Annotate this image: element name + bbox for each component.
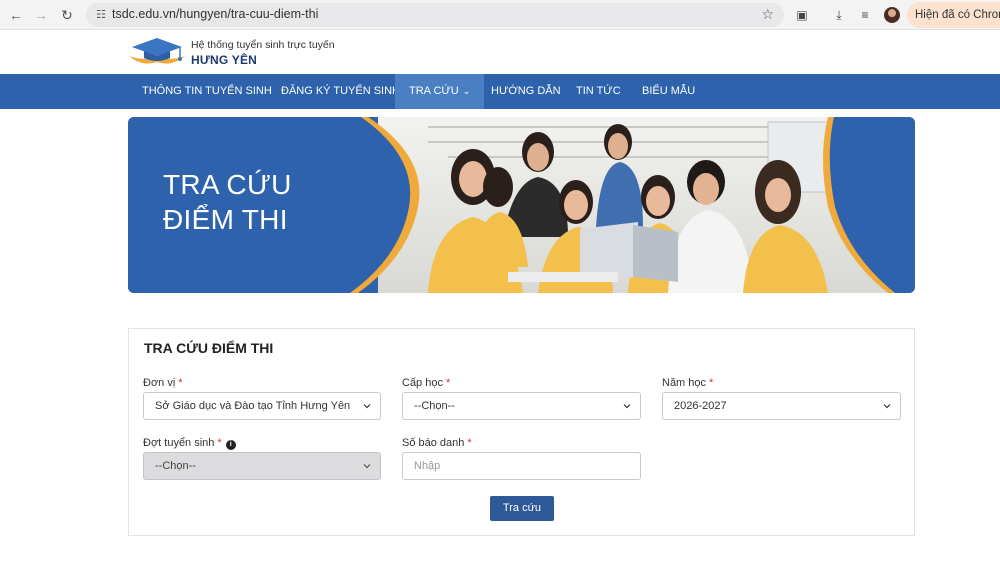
download-icon[interactable]: ⤓ <box>830 6 848 24</box>
required-mark: * <box>217 437 222 449</box>
chevron-down-icon <box>883 404 891 409</box>
chevron-down-icon <box>363 404 371 409</box>
round-label-text: Đợt tuyển sinh <box>143 437 215 449</box>
level-label-text: Cấp học <box>402 377 443 389</box>
site-name[interactable]: HƯNG YÊN <box>191 53 257 67</box>
lookup-submit-button[interactable]: Tra cứu <box>490 496 554 521</box>
year-label: Năm học * <box>662 377 713 389</box>
chevron-down-icon <box>623 404 631 409</box>
unit-label-text: Đơn vị <box>143 377 176 389</box>
candidate-number-label-text: Số báo danh <box>402 437 465 449</box>
lens-search-icon[interactable]: ▣ <box>793 6 811 24</box>
candidate-number-input[interactable]: Nhập <box>402 452 641 480</box>
form-title: TRA CỨU ĐIỂM THI <box>144 340 274 356</box>
main-nav: THÔNG TIN TUYỂN SINH ĐĂNG KÝ TUYỂN SINH … <box>0 74 1000 109</box>
site-settings-icon[interactable]: ☷ <box>94 8 108 22</box>
address-bar[interactable]: ☷ tsdc.edu.vn/hungyen/tra-cuu-diem-thi ☆ <box>86 3 784 27</box>
hero-banner: TRA CỨU ĐIỂM THI <box>128 117 915 293</box>
chevron-down-icon <box>363 464 371 469</box>
required-mark: * <box>445 377 451 389</box>
unit-select[interactable]: Sở Giáo dục và Đào tạo Tỉnh Hưng Yên <box>143 392 381 420</box>
bookmark-star-icon[interactable]: ☆ <box>761 6 774 23</box>
back-arrow-icon[interactable]: ← <box>7 6 25 24</box>
chevron-down-icon: ⌄ <box>462 86 471 96</box>
unit-label: Đơn vị * <box>143 377 183 389</box>
forward-arrow-icon[interactable]: → <box>32 6 50 24</box>
required-mark: * <box>178 377 183 389</box>
nav-item-lookup-label: TRA CỨU <box>409 85 459 97</box>
candidate-number-label: Số báo danh * <box>402 437 472 449</box>
nav-item-forms[interactable]: BIỂU MẪU <box>628 74 709 109</box>
info-icon[interactable]: i <box>225 440 236 450</box>
year-select-value: 2026-2027 <box>674 400 727 412</box>
nav-item-news[interactable]: TIN TỨC <box>562 74 635 109</box>
relaunch-chrome-button[interactable]: Hiện đã có Chrome <box>907 2 1000 28</box>
banner-title: TRA CỨU ĐIỂM THI <box>163 167 292 237</box>
round-select-value: --Chọn-- <box>155 460 196 472</box>
level-label: Cấp học * <box>402 377 450 389</box>
year-select[interactable]: 2026-2027 <box>662 392 901 420</box>
nav-item-admission-info[interactable]: THÔNG TIN TUYỂN SINH <box>128 74 286 109</box>
profile-avatar[interactable] <box>884 7 900 23</box>
url-text[interactable]: tsdc.edu.vn/hungyen/tra-cuu-diem-thi <box>112 7 318 21</box>
nav-item-guide[interactable]: HƯỚNG DẪN <box>477 74 575 109</box>
candidate-number-placeholder: Nhập <box>414 460 441 472</box>
level-select-value: --Chọn-- <box>414 400 455 412</box>
nav-item-admission-register[interactable]: ĐĂNG KÝ TUYỂN SINH <box>267 74 414 109</box>
level-select[interactable]: --Chọn-- <box>402 392 641 420</box>
year-label-text: Năm học <box>662 377 707 389</box>
site-subtitle: Hệ thống tuyển sinh trực tuyến <box>191 39 335 51</box>
nav-item-lookup[interactable]: TRA CỨU ⌄ <box>395 74 485 109</box>
required-mark: * <box>709 377 714 389</box>
graduation-cap-logo-icon[interactable] <box>128 36 186 70</box>
banner-title-line1: TRA CỨU <box>163 169 292 200</box>
media-control-icon[interactable]: ≡ <box>856 6 874 24</box>
reload-icon[interactable]: ↻ <box>58 6 76 24</box>
required-mark: * <box>467 437 472 449</box>
round-label: Đợt tuyển sinh * i <box>143 437 236 450</box>
site-header: Hệ thống tuyển sinh trực tuyến HƯNG YÊN <box>0 31 1000 74</box>
browser-toolbar: ← → ↻ ☷ tsdc.edu.vn/hungyen/tra-cuu-diem… <box>0 0 1000 30</box>
unit-select-value: Sở Giáo dục và Đào tạo Tỉnh Hưng Yên <box>155 400 351 412</box>
round-select[interactable]: --Chọn-- <box>143 452 381 480</box>
score-lookup-form: TRA CỨU ĐIỂM THI Đơn vị * Sở Giáo dục và … <box>128 328 915 536</box>
banner-title-line2: ĐIỂM THI <box>163 204 288 235</box>
